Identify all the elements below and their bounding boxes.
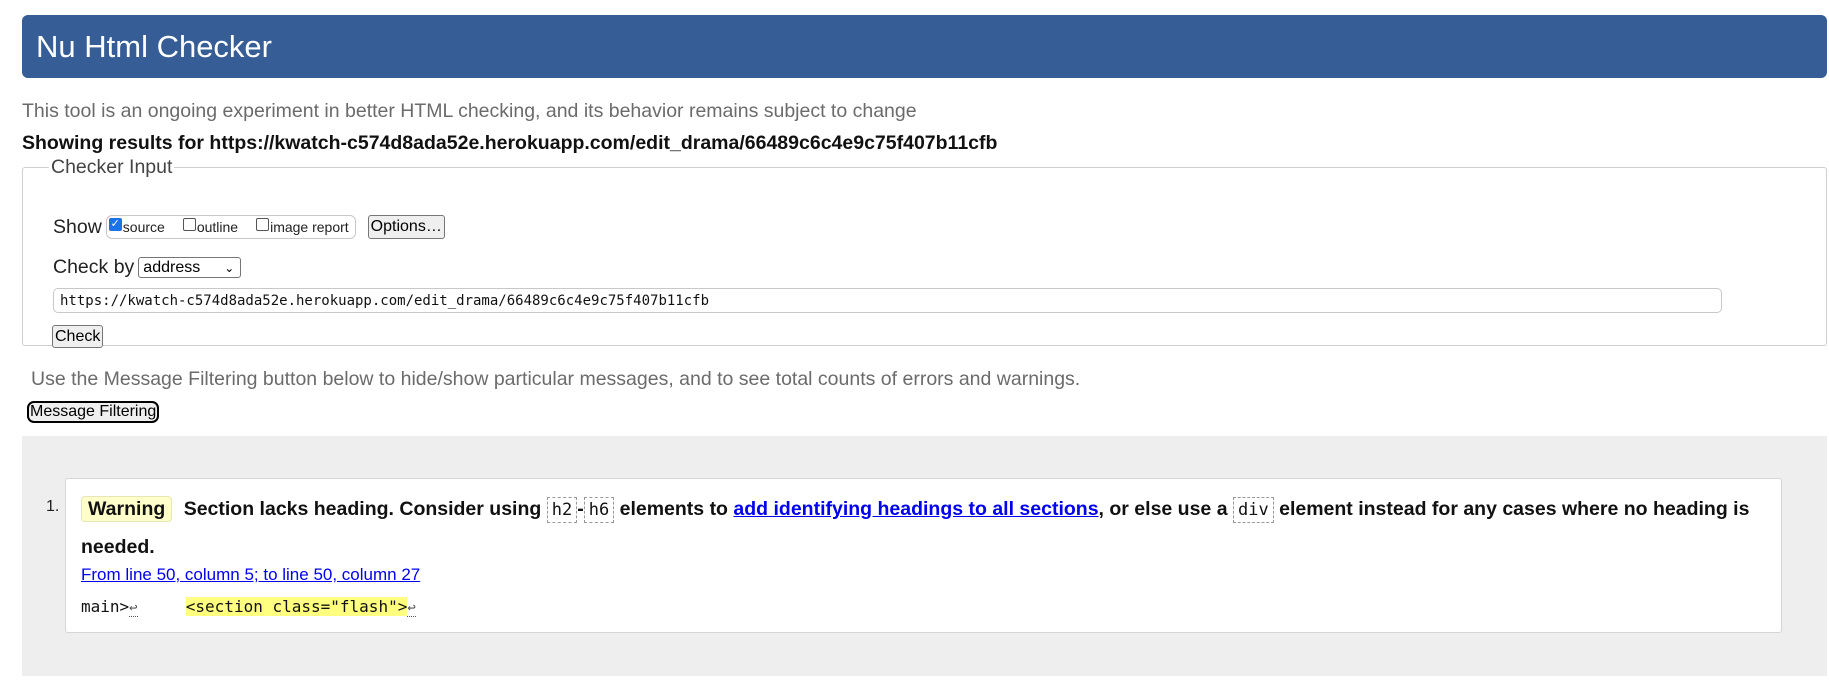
check-by-selected-value: address: [143, 258, 201, 276]
intro-text: This tool is an ongoing experiment in be…: [22, 100, 917, 122]
message-text-part-1: Section lacks heading. Consider using: [183, 498, 542, 520]
extract-prefix: main>: [81, 597, 130, 616]
page-title: Nu Html Checker: [36, 28, 272, 64]
url-input[interactable]: [53, 288, 1722, 313]
message-number: 1.: [46, 498, 60, 515]
check-button[interactable]: Check: [52, 325, 104, 348]
outline-checkbox[interactable]: [182, 217, 196, 231]
image-report-option-label: image report: [270, 219, 349, 235]
check-by-row: Check by address ⌄: [53, 256, 242, 279]
show-outline-option[interactable]: outline: [182, 217, 239, 235]
show-image-report-option[interactable]: image report: [256, 217, 349, 235]
headings-help-link[interactable]: add identifying headings to all sections: [733, 498, 1098, 520]
extract-indent: [138, 597, 186, 616]
options-button[interactable]: Options…: [367, 215, 445, 239]
code-div: div: [1232, 497, 1274, 523]
message-text-part-2: elements to: [619, 498, 728, 520]
warning-badge: Warning: [81, 496, 173, 522]
show-label: Show: [53, 215, 102, 238]
show-row: Show ✓ source outline image report Optio…: [53, 215, 445, 239]
code-h2: h2: [546, 497, 578, 523]
code-h6: h6: [583, 497, 615, 523]
check-by-select[interactable]: address ⌄: [138, 257, 242, 278]
extract-highlight: <section class="flash">: [185, 597, 408, 616]
message-text: Warning Section lacks heading. Consider …: [81, 491, 1771, 566]
message-text-part-3: , or else use a: [1098, 498, 1228, 520]
check-by-label: Check by: [53, 256, 135, 278]
image-report-checkbox[interactable]: [256, 217, 270, 231]
filtering-note: Use the Message Filtering button below t…: [31, 368, 1081, 390]
line-feed-icon: ↩: [129, 600, 138, 617]
show-source-option[interactable]: ✓ source: [108, 217, 165, 235]
app-header: Nu Html Checker: [22, 15, 1827, 78]
line-feed-icon: ↩: [407, 600, 416, 617]
showing-results-heading: Showing results for https://kwatch-c574d…: [22, 132, 998, 154]
message-item: Warning Section lacks heading. Consider …: [65, 478, 1782, 633]
checker-input-fieldset: Checker Input Show ✓ source outline imag…: [22, 156, 1827, 348]
code-dash: -: [577, 498, 584, 520]
chevron-down-icon: ⌄: [224, 260, 235, 275]
message-filtering-button[interactable]: Message Filtering: [27, 401, 160, 423]
outline-option-label: outline: [196, 219, 239, 235]
show-options-group: ✓ source outline image report: [105, 215, 356, 239]
source-location-link[interactable]: From line 50, column 5; to line 50, colu…: [81, 565, 420, 585]
source-checkbox[interactable]: ✓: [108, 217, 122, 231]
source-option-label: source: [122, 219, 165, 235]
checker-input-legend: Checker Input: [51, 156, 173, 178]
source-extract: main>↩ <section class="flash">↩: [81, 597, 416, 617]
